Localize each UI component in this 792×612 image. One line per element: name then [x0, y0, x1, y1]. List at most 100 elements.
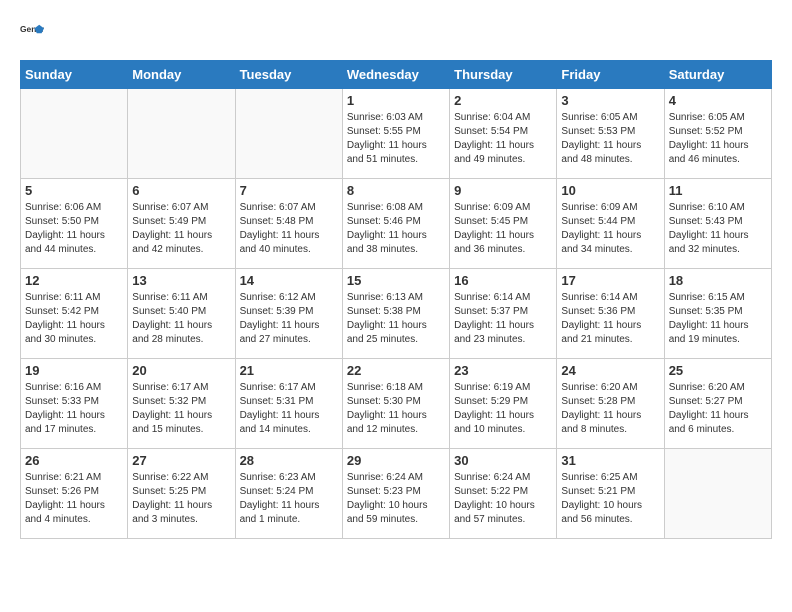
calendar-cell: 7Sunrise: 6:07 AM Sunset: 5:48 PM Daylig…	[235, 179, 342, 269]
calendar-cell: 21Sunrise: 6:17 AM Sunset: 5:31 PM Dayli…	[235, 359, 342, 449]
day-info: Sunrise: 6:20 AM Sunset: 5:27 PM Dayligh…	[669, 381, 767, 437]
calendar-cell: 10Sunrise: 6:09 AM Sunset: 5:44 PM Dayli…	[557, 179, 664, 269]
day-number: 19	[25, 363, 123, 378]
day-number: 16	[454, 273, 552, 288]
day-info: Sunrise: 6:07 AM Sunset: 5:48 PM Dayligh…	[240, 201, 338, 257]
day-number: 17	[561, 273, 659, 288]
day-number: 30	[454, 453, 552, 468]
day-info: Sunrise: 6:17 AM Sunset: 5:32 PM Dayligh…	[132, 381, 230, 437]
calendar-cell: 23 Sunrise: 6:19 AM Sunset: 5:29 PM Dayli…	[450, 359, 557, 449]
calendar-cell: 18 Sunrise: 6:15 AM Sunset: 5:35 PM Dayli…	[664, 269, 771, 359]
day-number: 31	[561, 453, 659, 468]
weekday-header-thursday: Thursday	[450, 61, 557, 89]
day-info: Sunrise: 6:15 AM Sunset: 5:35 PM Dayligh…	[669, 291, 767, 347]
day-number: 12	[25, 273, 123, 288]
day-info: Sunrise: 6:11 AM Sunset: 5:40 PM Dayligh…	[132, 291, 230, 347]
calendar-cell	[664, 449, 771, 539]
day-number: 13	[132, 273, 230, 288]
day-info: Sunrise: 6:03 AM Sunset: 5:55 PM Dayligh…	[347, 111, 445, 167]
calendar-cell: 19 Sunrise: 6:16 AM Sunset: 5:33 PM Dayli…	[21, 359, 128, 449]
day-info: Sunrise: 6:21 AM Sunset: 5:26 PM Dayligh…	[25, 471, 123, 527]
week-row-2: 5 Sunrise: 6:06 AM Sunset: 5:50 PM Daylig…	[21, 179, 772, 269]
logo-icon: General	[20, 20, 44, 44]
day-number: 2	[454, 93, 552, 108]
day-info: Sunrise: 6:24 AM Sunset: 5:23 PM Dayligh…	[347, 471, 445, 527]
week-row-1: 1 Sunrise: 6:03 AM Sunset: 5:55 PM Daylig…	[21, 89, 772, 179]
day-number: 14	[240, 273, 338, 288]
day-number: 28	[240, 453, 338, 468]
calendar-cell: 25 Sunrise: 6:20 AM Sunset: 5:27 PM Dayli…	[664, 359, 771, 449]
day-number: 25	[669, 363, 767, 378]
calendar-cell: 29 Sunrise: 6:24 AM Sunset: 5:23 PM Dayli…	[342, 449, 449, 539]
day-number: 22	[347, 363, 445, 378]
day-info: Sunrise: 6:16 AM Sunset: 5:33 PM Dayligh…	[25, 381, 123, 437]
day-info: Sunrise: 6:04 AM Sunset: 5:54 PM Dayligh…	[454, 111, 552, 167]
day-info: Sunrise: 6:23 AM Sunset: 5:24 PM Dayligh…	[240, 471, 338, 527]
calendar-cell: 31Sunrise: 6:25 AM Sunset: 5:21 PM Dayli…	[557, 449, 664, 539]
calendar-cell: 5 Sunrise: 6:06 AM Sunset: 5:50 PM Daylig…	[21, 179, 128, 269]
day-number: 6	[132, 183, 230, 198]
day-info: Sunrise: 6:18 AM Sunset: 5:30 PM Dayligh…	[347, 381, 445, 437]
calendar-cell: 11 Sunrise: 6:10 AM Sunset: 5:43 PM Dayli…	[664, 179, 771, 269]
day-info: Sunrise: 6:19 AM Sunset: 5:29 PM Dayligh…	[454, 381, 552, 437]
calendar-cell: 1 Sunrise: 6:03 AM Sunset: 5:55 PM Daylig…	[342, 89, 449, 179]
day-info: Sunrise: 6:06 AM Sunset: 5:50 PM Dayligh…	[25, 201, 123, 257]
day-info: Sunrise: 6:05 AM Sunset: 5:53 PM Dayligh…	[561, 111, 659, 167]
day-number: 8	[347, 183, 445, 198]
calendar-cell	[235, 89, 342, 179]
weekday-header-wednesday: Wednesday	[342, 61, 449, 89]
calendar-cell: 4 Sunrise: 6:05 AM Sunset: 5:52 PM Daylig…	[664, 89, 771, 179]
day-info: Sunrise: 6:22 AM Sunset: 5:25 PM Dayligh…	[132, 471, 230, 527]
day-number: 1	[347, 93, 445, 108]
day-number: 26	[25, 453, 123, 468]
week-row-5: 26 Sunrise: 6:21 AM Sunset: 5:26 PM Dayli…	[21, 449, 772, 539]
weekday-header-row: SundayMondayTuesdayWednesdayThursdayFrid…	[21, 61, 772, 89]
day-info: Sunrise: 6:10 AM Sunset: 5:43 PM Dayligh…	[669, 201, 767, 257]
day-number: 5	[25, 183, 123, 198]
day-number: 23	[454, 363, 552, 378]
day-info: Sunrise: 6:13 AM Sunset: 5:38 PM Dayligh…	[347, 291, 445, 347]
logo: General	[20, 20, 48, 44]
day-info: Sunrise: 6:11 AM Sunset: 5:42 PM Dayligh…	[25, 291, 123, 347]
weekday-header-saturday: Saturday	[664, 61, 771, 89]
day-number: 3	[561, 93, 659, 108]
calendar-cell: 30 Sunrise: 6:24 AM Sunset: 5:22 PM Dayli…	[450, 449, 557, 539]
calendar-cell: 9Sunrise: 6:09 AM Sunset: 5:45 PM Daylig…	[450, 179, 557, 269]
weekday-header-tuesday: Tuesday	[235, 61, 342, 89]
calendar-cell: 8 Sunrise: 6:08 AM Sunset: 5:46 PM Daylig…	[342, 179, 449, 269]
day-info: Sunrise: 6:14 AM Sunset: 5:36 PM Dayligh…	[561, 291, 659, 347]
weekday-header-friday: Friday	[557, 61, 664, 89]
day-number: 21	[240, 363, 338, 378]
day-info: Sunrise: 6:05 AM Sunset: 5:52 PM Dayligh…	[669, 111, 767, 167]
day-number: 9	[454, 183, 552, 198]
calendar-cell	[128, 89, 235, 179]
calendar-cell: 12 Sunrise: 6:11 AM Sunset: 5:42 PM Dayli…	[21, 269, 128, 359]
day-number: 29	[347, 453, 445, 468]
calendar-body: 1 Sunrise: 6:03 AM Sunset: 5:55 PM Daylig…	[21, 89, 772, 539]
calendar-cell: 15 Sunrise: 6:13 AM Sunset: 5:38 PM Dayli…	[342, 269, 449, 359]
calendar-header: SundayMondayTuesdayWednesdayThursdayFrid…	[21, 61, 772, 89]
weekday-header-sunday: Sunday	[21, 61, 128, 89]
day-info: Sunrise: 6:08 AM Sunset: 5:46 PM Dayligh…	[347, 201, 445, 257]
calendar-table: SundayMondayTuesdayWednesdayThursdayFrid…	[20, 60, 772, 539]
day-info: Sunrise: 6:24 AM Sunset: 5:22 PM Dayligh…	[454, 471, 552, 527]
day-number: 10	[561, 183, 659, 198]
calendar-cell	[21, 89, 128, 179]
day-number: 18	[669, 273, 767, 288]
calendar-cell: 17 Sunrise: 6:14 AM Sunset: 5:36 PM Dayli…	[557, 269, 664, 359]
calendar-cell: 24Sunrise: 6:20 AM Sunset: 5:28 PM Dayli…	[557, 359, 664, 449]
calendar-cell: 2 Sunrise: 6:04 AM Sunset: 5:54 PM Daylig…	[450, 89, 557, 179]
day-number: 15	[347, 273, 445, 288]
calendar-cell: 6Sunrise: 6:07 AM Sunset: 5:49 PM Daylig…	[128, 179, 235, 269]
calendar-cell: 28 Sunrise: 6:23 AM Sunset: 5:24 PM Dayli…	[235, 449, 342, 539]
calendar-cell: 16Sunrise: 6:14 AM Sunset: 5:37 PM Dayli…	[450, 269, 557, 359]
day-number: 27	[132, 453, 230, 468]
calendar-cell: 3 Sunrise: 6:05 AM Sunset: 5:53 PM Daylig…	[557, 89, 664, 179]
week-row-4: 19 Sunrise: 6:16 AM Sunset: 5:33 PM Dayli…	[21, 359, 772, 449]
day-info: Sunrise: 6:12 AM Sunset: 5:39 PM Dayligh…	[240, 291, 338, 347]
day-number: 4	[669, 93, 767, 108]
day-number: 20	[132, 363, 230, 378]
day-number: 11	[669, 183, 767, 198]
day-number: 24	[561, 363, 659, 378]
calendar-cell: 22 Sunrise: 6:18 AM Sunset: 5:30 PM Dayli…	[342, 359, 449, 449]
